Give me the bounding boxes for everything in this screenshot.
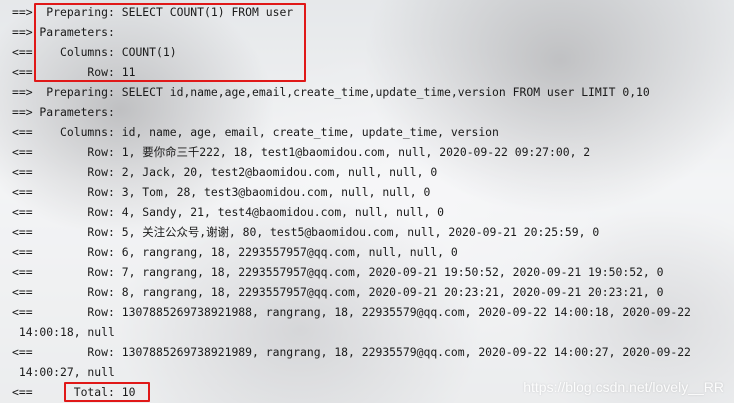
log-line-row: <== Row: 4, Sandy, 21, test4@baomidou.co…	[12, 205, 445, 219]
log-line-preparing-select: ==> Preparing: SELECT id,name,age,email,…	[12, 85, 650, 99]
watermark-text: https://blog.csdn.net/lovely__RR	[523, 379, 724, 395]
highlight-box-total	[64, 382, 150, 402]
log-line-row: <== Row: 7, rangrang, 18, 2293557957@qq.…	[12, 265, 664, 279]
log-line-row: <== Row: 5, 关注公众号,谢谢, 80, test5@baomidou…	[12, 225, 600, 239]
log-line-row: <== Row: 1, 要你命三千222, 18, test1@baomidou…	[12, 145, 591, 159]
log-line-row-continued: 14:00:27, null	[12, 365, 115, 379]
log-line-row: <== Row: 8, rangrang, 18, 2293557957@qq.…	[12, 285, 664, 299]
highlight-box-count-query	[34, 3, 306, 82]
log-line-row: <== Row: 1307885269738921988, rangrang, …	[12, 305, 691, 319]
log-line-columns: <== Columns: id, name, age, email, creat…	[12, 125, 499, 139]
log-line-row-continued: 14:00:18, null	[12, 325, 115, 339]
console-output: ==> Preparing: SELECT COUNT(1) FROM user…	[0, 0, 734, 403]
log-line-parameters: ==> Parameters:	[12, 105, 122, 119]
log-line-row: <== Row: 1307885269738921989, rangrang, …	[12, 345, 691, 359]
log-line-row: <== Row: 6, rangrang, 18, 2293557957@qq.…	[12, 245, 458, 259]
log-line-row: <== Row: 3, Tom, 28, test3@baomidou.com,…	[12, 185, 431, 199]
log-line-row: <== Row: 2, Jack, 20, test2@baomidou.com…	[12, 165, 438, 179]
